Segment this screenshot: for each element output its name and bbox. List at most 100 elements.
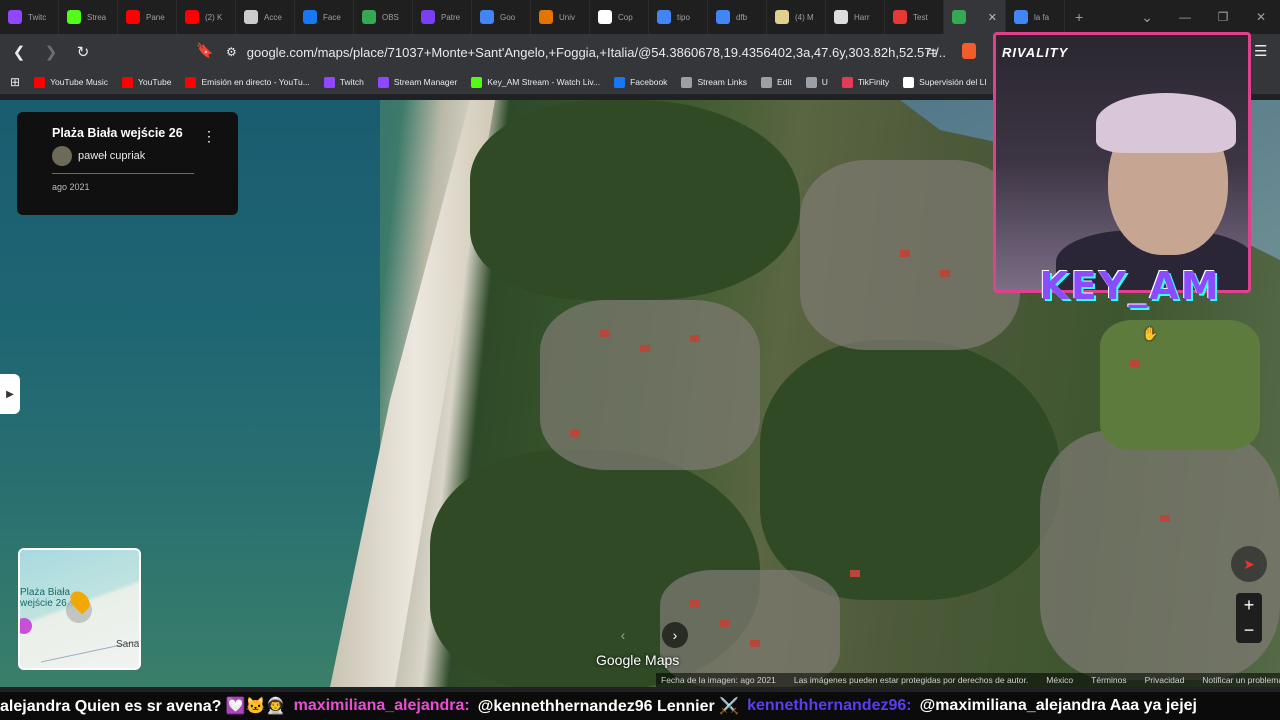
reload-icon[interactable]: ↻ [72,41,94,63]
browser-tab[interactable]: (4) M [767,0,826,34]
browser-tab[interactable]: dfb [708,0,767,34]
town-area [540,300,760,470]
streamer-hair [1096,93,1236,153]
zoom-out-icon[interactable]: − [1244,620,1255,641]
site-settings-icon[interactable]: ⚙ [226,45,237,59]
forest-area [470,100,800,300]
country-link[interactable]: México [1046,675,1073,685]
more-options-icon[interactable]: ⋮ [202,128,216,145]
bookmark-label: Emisión en directo - YouTu... [201,77,310,87]
roof [600,330,610,337]
browser-tab[interactable]: Pane [118,0,177,34]
cast-icon[interactable]: ▭ [926,44,937,58]
roof [690,335,700,342]
zoom-in-icon[interactable]: + [1244,595,1255,616]
bookmark-item[interactable]: YouTube Music [34,76,108,88]
browser-tab[interactable]: (2) K [177,0,236,34]
bookmark-item[interactable]: TikFinity [841,76,889,88]
minimize-icon[interactable]: — [1166,0,1204,34]
browser-tab[interactable]: ✕ [944,0,1006,34]
bookmark-favicon-icon [185,76,197,88]
browser-tab[interactable]: Goo [472,0,531,34]
tab-label: Harr [854,12,870,22]
bookmark-item[interactable]: Stream Manager [377,76,458,88]
menu-icon[interactable]: ☰ [1254,42,1267,60]
back-icon[interactable]: ❮ [8,41,30,63]
tab-label: (2) K [205,12,223,22]
minimap-place-sana: Sana [116,639,140,650]
previous-photo-icon[interactable]: ‹ [610,622,636,648]
avatar [52,146,72,166]
tab-label: dfb [736,12,748,22]
browser-tab[interactable]: Acce [236,0,295,34]
bookmark-item[interactable]: Stream Links [681,76,747,88]
bookmark-icon[interactable]: 🔖 [196,42,213,59]
browser-tab[interactable]: Twitc [0,0,59,34]
next-photo-icon[interactable]: › [662,622,688,648]
compass-icon[interactable]: ➤ [1231,546,1267,582]
apps-icon[interactable]: ⊞ [10,75,20,89]
tab-favicon-icon [126,10,140,24]
browser-tab[interactable]: Face [295,0,354,34]
chat-message: @kennethhernandez96 Lennier ⚔️ [477,698,740,715]
tab-label: Strea [87,12,107,22]
author-row[interactable]: paweł cupriak [52,146,238,166]
bookmark-favicon-icon [761,76,773,88]
bookmark-label: U [821,77,828,87]
tab-favicon-icon [244,10,258,24]
tab-label: tipo [677,12,690,22]
author-name[interactable]: paweł cupriak [78,150,145,162]
browser-tab[interactable]: Univ [531,0,590,34]
bookmark-item[interactable]: Facebook [614,76,667,88]
bookmark-favicon-icon [841,76,853,88]
tab-favicon-icon [834,10,848,24]
imagery-date: Fecha de la imagen: ago 2021 [661,675,776,685]
bookmark-item[interactable]: Emisión en directo - YouTu... [185,76,310,88]
bookmark-label: YouTube [138,77,172,87]
bookmark-item[interactable]: Key_AM Stream - Watch Liv... [471,76,600,88]
expand-panel-button[interactable]: ▶ [0,374,20,414]
close-tab-icon[interactable]: ✕ [988,11,997,24]
maximize-icon[interactable]: ❐ [1204,0,1242,34]
tab-label: Patre [441,12,461,22]
minimap[interactable]: Plaża Biała wejście 26 Sana [18,548,141,670]
brave-icon[interactable] [962,43,976,59]
report-problem-link[interactable]: Notificar un problema [1202,675,1280,685]
terms-link[interactable]: Términos [1091,675,1126,685]
bookmark-item[interactable]: U [805,76,828,88]
bookmark-item[interactable]: Supervisión del LI [903,76,987,88]
browser-tab[interactable]: tipo [649,0,708,34]
bookmark-label: Stream Manager [393,77,458,87]
bookmark-favicon-icon [471,76,483,88]
browser-tab[interactable]: la fa [1006,0,1065,34]
browser-tab[interactable]: OBS [354,0,413,34]
browser-tab[interactable]: Patre [413,0,472,34]
tab-label: Cop [618,12,633,22]
tab-label: (4) M [795,12,814,22]
tab-favicon-icon [716,10,730,24]
browser-tab[interactable]: Strea [59,0,118,34]
bookmark-label: Twitch [339,77,364,87]
photo-date: ago 2021 [52,182,90,192]
chat-ticker: alejandra Quien es sr avena? 💟🐱👨‍🚀 maximi… [0,692,1280,720]
tab-search-icon[interactable]: ⌄ [1141,9,1153,26]
browser-tab[interactable]: Harr [826,0,885,34]
bookmark-item[interactable]: Edit [761,76,792,88]
address-bar[interactable]: ⚙ google.com/maps/place/71037+Monte+Sant… [226,38,946,66]
close-window-icon[interactable]: ✕ [1242,0,1280,34]
tab-label: Goo [500,12,516,22]
bookmark-item[interactable]: Twitch [323,76,364,88]
bookmark-favicon-icon [122,76,134,88]
new-tab-icon[interactable]: + [1075,9,1083,25]
field [1100,320,1260,450]
tab-label: Acce [264,12,282,22]
forward-icon[interactable]: ❯ [40,41,62,63]
tab-label: Face [323,12,341,22]
chat-message: alejandra Quien es sr avena? 💟🐱👨‍🚀 [0,698,286,715]
bookmark-item[interactable]: YouTube [122,76,172,88]
browser-tab[interactable]: Cop [590,0,649,34]
roof [570,430,580,437]
privacy-link[interactable]: Privacidad [1145,675,1185,685]
browser-tab[interactable]: Test [885,0,944,34]
tab-label: Pane [146,12,165,22]
